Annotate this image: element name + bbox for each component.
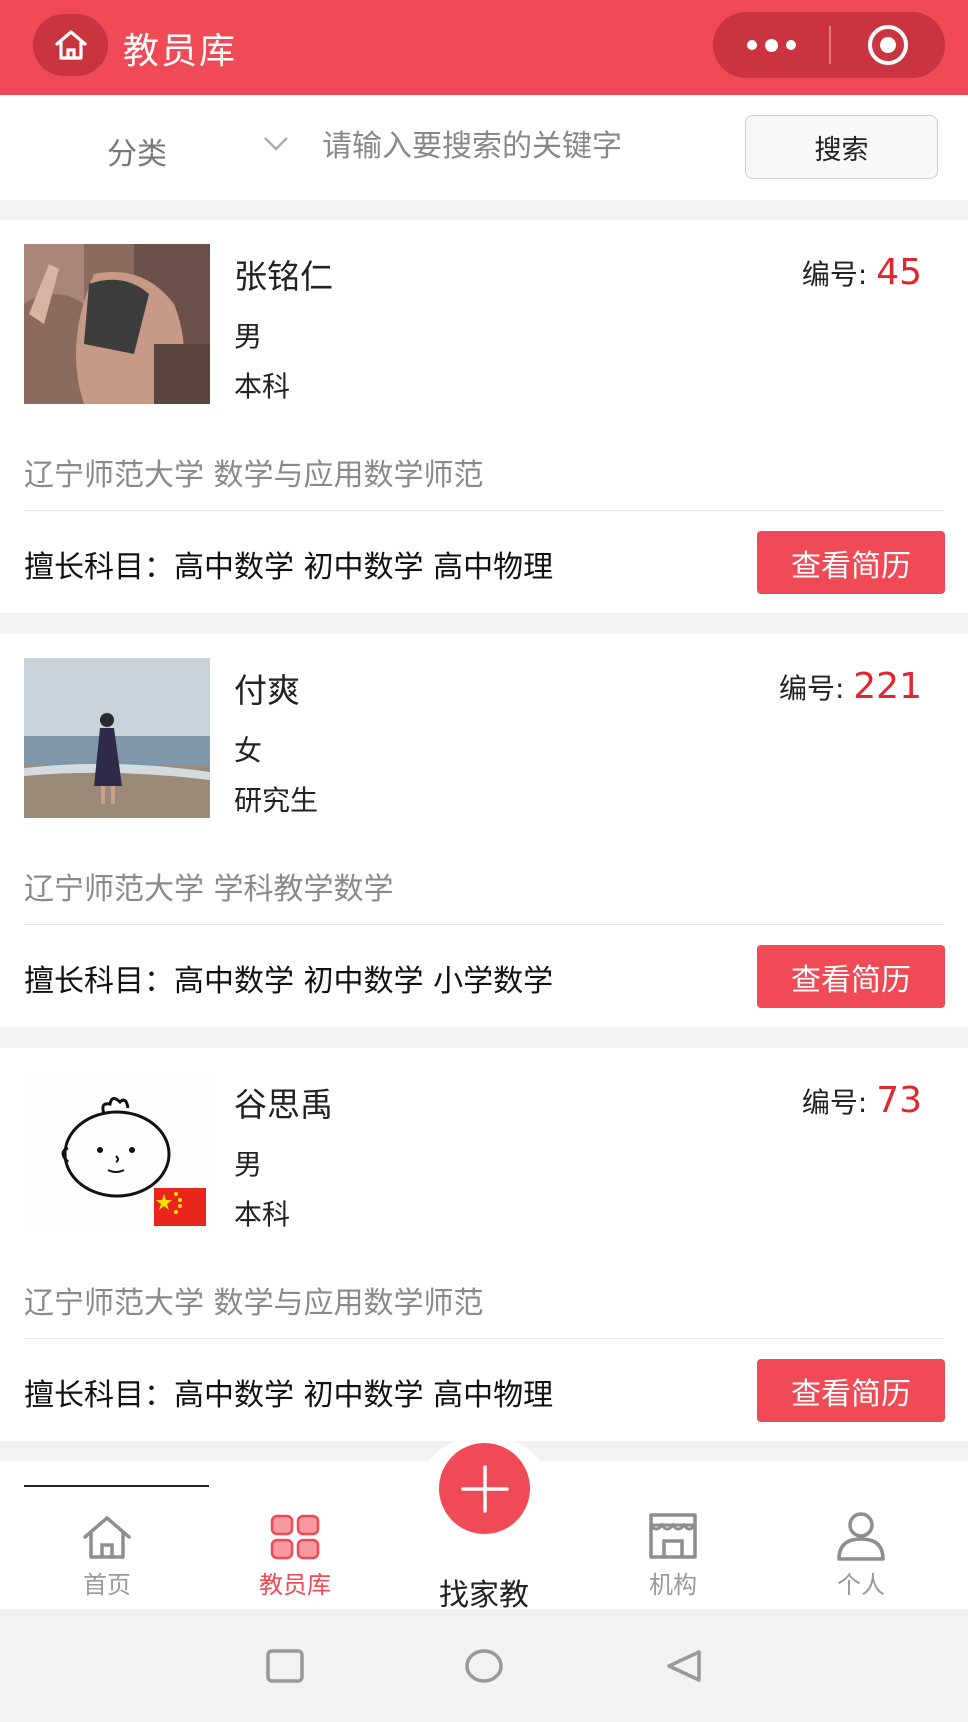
teacher-id-value: 45 — [876, 252, 922, 293]
card-divider — [24, 510, 944, 511]
teacher-photo — [24, 1072, 210, 1232]
teacher-subjects: 擅长科目：高中数学 初中数学 高中物理 — [24, 550, 554, 585]
view-resume-button[interactable]: 查看简历 — [757, 531, 945, 594]
back-button[interactable] — [644, 1609, 724, 1722]
teacher-school: 辽宁师范大学 数学与应用数学师范 — [24, 458, 484, 493]
teacher-id-value: 73 — [876, 1080, 922, 1121]
close-miniprogram-button[interactable] — [831, 12, 945, 78]
page-title: 教员库 — [123, 31, 238, 72]
search-input[interactable] — [322, 121, 722, 171]
chevron-down-icon[interactable] — [262, 135, 290, 153]
teacher-gender: 男 — [234, 1148, 263, 1181]
search-button[interactable]: 搜索 — [745, 115, 938, 179]
home-nav-button[interactable] — [444, 1609, 524, 1722]
recents-button[interactable] — [245, 1609, 325, 1722]
person-icon — [837, 1512, 885, 1561]
back-triangle-icon — [667, 1649, 701, 1682]
category-select[interactable]: 分类 — [107, 129, 167, 173]
target-icon — [868, 25, 908, 65]
teacher-name: 付爽 — [234, 671, 300, 710]
teacher-id-label: 编号: — [801, 1086, 868, 1119]
teacher-id-label: 编号: — [801, 258, 868, 291]
teacher-subjects: 擅长科目：高中数学 初中数学 小学数学 — [24, 964, 554, 999]
tab-home[interactable]: 首页 — [12, 1461, 202, 1609]
find-tutor-fab[interactable] — [412, 1435, 557, 1580]
home-icon — [54, 30, 87, 60]
teacher-card: 谷思禹 编号: 73 男 本科 辽宁师范大学 数学与应用数学师范 擅长科目：高中… — [0, 1048, 968, 1441]
teacher-id: 编号: 45 — [802, 252, 922, 293]
home-icon — [83, 1516, 131, 1559]
teacher-gender: 男 — [234, 320, 263, 353]
teacher-card: 张铭仁 编号: 45 男 本科 辽宁师范大学 数学与应用数学师范 擅长科目：高中… — [0, 220, 968, 613]
tab-label: 机构 — [649, 1571, 697, 1599]
tab-personal[interactable]: 个人 — [766, 1461, 956, 1609]
bottom-tab-bar: 首页 教员库 找家教 机构 个人 — [0, 1435, 968, 1613]
teacher-school: 辽宁师范大学 学科教学数学 — [24, 872, 394, 907]
teacher-id: 编号: 73 — [802, 1080, 922, 1121]
more-dots-icon[interactable] — [713, 12, 829, 78]
teacher-degree: 研究生 — [234, 784, 319, 817]
tab-label: 教员库 — [259, 1571, 331, 1599]
card-divider — [24, 924, 944, 925]
tab-label: 首页 — [83, 1571, 131, 1599]
teacher-school: 辽宁师范大学 数学与应用数学师范 — [24, 1286, 484, 1321]
teacher-card: 付爽 编号: 221 女 研究生 辽宁师范大学 学科教学数学 擅长科目：高中数学… — [0, 634, 968, 1027]
view-resume-button[interactable]: 查看简历 — [757, 945, 945, 1008]
plus-icon — [460, 1464, 509, 1513]
app-header: 教员库 — [0, 0, 968, 95]
system-nav-bar — [0, 1609, 968, 1722]
teacher-subjects: 擅长科目：高中数学 初中数学 高中物理 — [24, 1378, 554, 1413]
teacher-id-value: 221 — [853, 666, 922, 707]
miniprogram-capsule — [713, 12, 945, 78]
view-resume-button[interactable]: 查看简历 — [757, 1359, 945, 1422]
teacher-id-label: 编号: — [778, 672, 845, 705]
square-icon — [266, 1648, 304, 1683]
teacher-name: 谷思禹 — [234, 1085, 333, 1124]
teacher-id: 编号: 221 — [779, 666, 922, 707]
tab-teacher-library[interactable]: 教员库 — [200, 1461, 390, 1609]
tab-label: 个人 — [837, 1571, 885, 1599]
teacher-degree: 本科 — [234, 1198, 291, 1231]
teacher-gender: 女 — [234, 734, 263, 767]
circle-icon — [465, 1648, 503, 1683]
teacher-degree: 本科 — [234, 370, 291, 403]
teacher-photo — [24, 244, 210, 404]
find-tutor-label[interactable]: 找家教 — [384, 1570, 584, 1614]
storefront-icon — [649, 1513, 697, 1559]
teacher-photo — [24, 658, 210, 818]
grid-icon — [270, 1514, 320, 1560]
card-divider — [24, 1338, 944, 1339]
teacher-name: 张铭仁 — [234, 257, 333, 296]
search-bar: 分类 搜索 — [0, 95, 968, 200]
tab-institution[interactable]: 机构 — [578, 1461, 768, 1609]
home-button[interactable] — [33, 14, 108, 76]
